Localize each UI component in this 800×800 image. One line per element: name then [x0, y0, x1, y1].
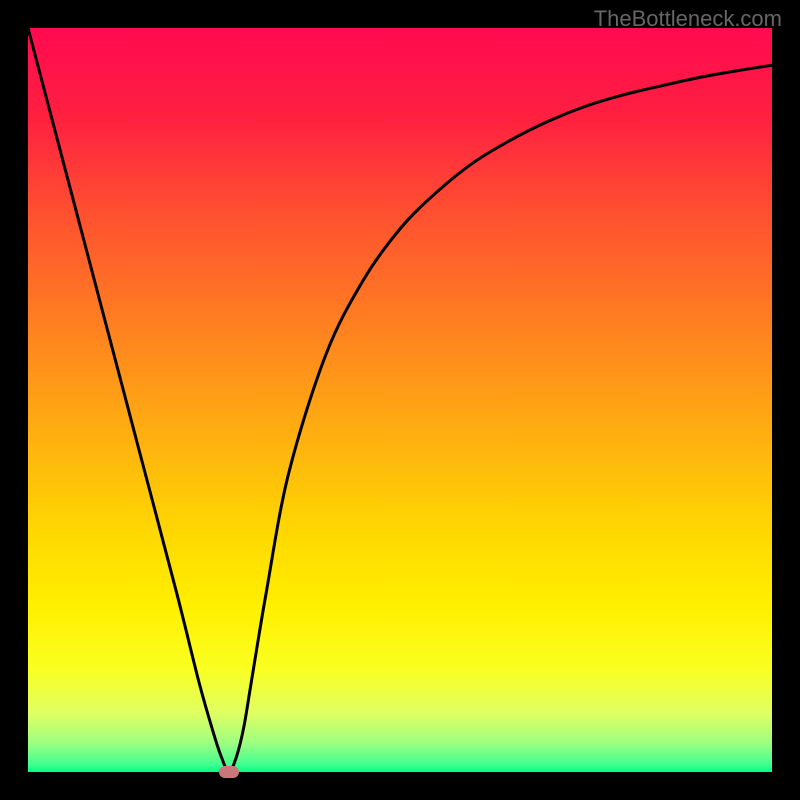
optimal-marker — [219, 766, 239, 778]
watermark-text: TheBottleneck.com — [594, 6, 782, 32]
chart-container — [28, 28, 772, 772]
bottleneck-curve — [28, 28, 772, 772]
